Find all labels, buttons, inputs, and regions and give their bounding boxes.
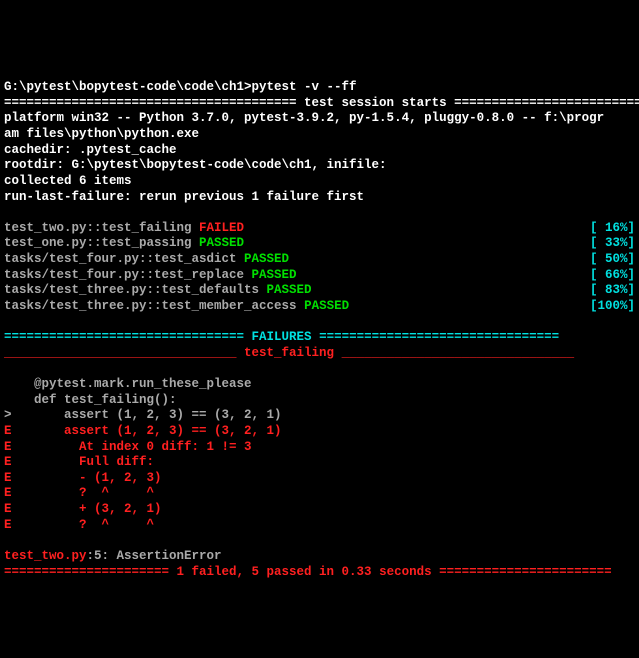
src-assert-line: > assert (1, 2, 3) == (3, 2, 1)	[4, 408, 282, 422]
failures-label: FAILURES	[252, 330, 312, 344]
collected-line: collected 6 items	[4, 174, 132, 188]
test-result-row: tasks/test_four.py::test_asdict PASSED [ …	[4, 252, 635, 268]
err-line: E assert (1, 2, 3) == (3, 2, 1)	[4, 424, 282, 438]
prompt-line: G:\pytest\bopytest-code\code\ch1>pytest …	[4, 80, 357, 94]
test-pct: [ 50%]	[590, 252, 635, 268]
test-pct: [ 83%]	[590, 283, 635, 299]
test-pct: [100%]	[590, 299, 635, 315]
test-status: PASSED	[252, 268, 297, 284]
err-line: E ? ^ ^	[4, 486, 154, 500]
test-id: tasks/test_four.py::test_replace	[4, 268, 252, 284]
platform-line-2: am files\python\python.exe	[4, 127, 199, 141]
err-line: E - (1, 2, 3)	[4, 471, 162, 485]
rootdir-line: rootdir: G:\pytest\bopytest-code\code\ch…	[4, 158, 387, 172]
test-status: PASSED	[267, 283, 312, 299]
test-failing-header: _______________________________ test_fai…	[4, 346, 635, 362]
terminal-output: G:\pytest\bopytest-code\code\ch1>pytest …	[4, 65, 635, 581]
test-id: tasks/test_four.py::test_asdict	[4, 252, 244, 268]
cachedir-line: cachedir: .pytest_cache	[4, 143, 177, 157]
test-id: test_one.py::test_passing	[4, 236, 199, 252]
test-status: FAILED	[199, 221, 244, 237]
test-status: PASSED	[244, 252, 289, 268]
test-result-row: tasks/test_four.py::test_replace PASSED […	[4, 268, 635, 284]
test-id: tasks/test_three.py::test_member_access	[4, 299, 304, 315]
platform-line-1: platform win32 -- Python 3.7.0, pytest-3…	[4, 111, 604, 125]
test-status: PASSED	[199, 236, 244, 252]
test-result-row: test_one.py::test_passing PASSED [ 33%]	[4, 236, 635, 252]
test-result-row: tasks/test_three.py::test_defaults PASSE…	[4, 283, 635, 299]
err-line: E ? ^ ^	[4, 518, 154, 532]
test-pct: [ 66%]	[590, 268, 635, 284]
test-id: test_two.py::test_failing	[4, 221, 199, 237]
summary-label: 1 failed, 5 passed in 0.33 seconds	[177, 565, 432, 579]
test-result-row: test_two.py::test_failing FAILED [ 16%]	[4, 221, 635, 237]
session-start: ======================================= …	[4, 96, 639, 110]
rlf-line: run-last-failure: rerun previous 1 failu…	[4, 190, 364, 204]
summary-line: ====================== 1 failed, 5 passe…	[4, 565, 612, 579]
test-pct: [ 33%]	[590, 236, 635, 252]
src-def: def test_failing():	[4, 393, 177, 407]
test-result-row: tasks/test_three.py::test_member_access …	[4, 299, 635, 315]
test-pct: [ 16%]	[590, 221, 635, 237]
err-line: E At index 0 diff: 1 != 3	[4, 440, 252, 454]
err-line: E + (3, 2, 1)	[4, 502, 162, 516]
err-line: E Full diff:	[4, 455, 154, 469]
test-status: PASSED	[304, 299, 349, 315]
failures-header: ================================ FAILURE…	[4, 330, 635, 346]
test-id: tasks/test_three.py::test_defaults	[4, 283, 267, 299]
error-location: test_two.py:5: AssertionError	[4, 549, 222, 563]
test-failing-label: test_failing	[244, 346, 334, 360]
src-decorator: @pytest.mark.run_these_please	[4, 377, 252, 391]
